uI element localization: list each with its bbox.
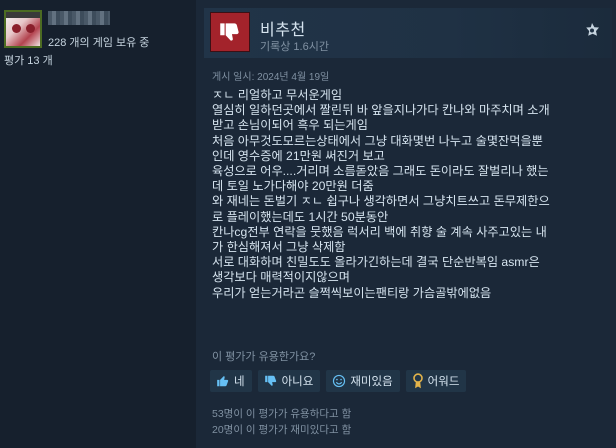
vote-no-label: 아니요 <box>281 376 314 388</box>
review-line: 와 재네는 돈벌기 ㅈㄴ 쉽구나 생각하면서 그냥치트쓰고 돈무제한으 <box>212 194 550 209</box>
thumbs-up-icon <box>217 376 229 387</box>
review-line: 데 토일 노가다해야 20만원 더줌 <box>212 179 374 194</box>
thumbs-down-icon <box>210 12 250 52</box>
review-line: 받고 손님이되어 흑우 되는게임 <box>212 118 368 133</box>
award-icon <box>412 373 423 389</box>
review-panel: 비추천 기록상 1.6시간 게시 일시: 2024년 4월 19일 ㅈㄴ 리얼하… <box>196 0 616 448</box>
vote-funny-label: 재미있음 <box>350 376 393 388</box>
award-label: 어워드 <box>427 376 460 388</box>
funny-count: 20명이 이 평가가 재미있다고 함 <box>212 424 352 436</box>
review-line: 육성으로 어우....거리며 소름돋았음 그래도 돈이라도 잘벌리나 했는 <box>212 164 549 179</box>
vote-funny-button[interactable]: 재미있음 <box>326 370 400 392</box>
steam-icon <box>586 23 599 36</box>
reviewer-panel: 228 개의 게임 보유 중 평가 13 개 <box>0 0 196 448</box>
review-line: 로 플레이했는데도 1시간 50분동안 <box>212 209 389 224</box>
vote-buttons: 네 아니요 재미있음 어워드 <box>210 370 467 394</box>
vote-no-button[interactable]: 아니요 <box>257 370 321 392</box>
helpful-count: 53명이 이 평가가 유용하다고 함 <box>212 408 352 420</box>
username-redacted[interactable] <box>48 11 110 25</box>
review-line: 가 한심해져서 그냥 삭제함 <box>212 240 346 255</box>
avatar[interactable] <box>4 10 42 48</box>
vote-yes-label: 네 <box>234 376 245 388</box>
review-line: 칸나cg전부 연락을 뭇했음 럭서리 백에 취향 술 계속 사주고있는 내 <box>212 224 547 239</box>
review-line: 열심히 일하던곳에서 짤린뒤 바 앞을지나가다 칸나와 마주치며 소개 <box>212 103 550 118</box>
review-line: 생각보다 매력적이지않으며 <box>212 270 350 285</box>
games-owned[interactable]: 228 개의 게임 보유 중 <box>48 34 149 50</box>
review-verdict: 비추천 <box>260 22 306 39</box>
award-button[interactable]: 어워드 <box>405 370 467 392</box>
smile-icon <box>333 374 346 388</box>
review-line: 서로 대화하며 친밀도도 올라가긴하는데 결국 단순반복임 asmr은 <box>212 255 540 270</box>
review-text: ㅈㄴ 리얼하고 무서운게임 열심히 일하던곳에서 짤린뒤 바 앞을지나가다 칸나와… <box>212 88 612 301</box>
vote-stats: 53명이 이 평가가 유용하다고 함 20명이 이 평가가 재미있다고 함 <box>212 406 351 438</box>
thumbs-down-icon <box>264 375 276 386</box>
review-line: ㅈㄴ 리얼하고 무서운게임 <box>212 88 343 102</box>
helpful-question: 이 평가가 유용한가요? <box>212 351 316 363</box>
vote-yes-button[interactable]: 네 <box>210 370 252 392</box>
review-line: 우리가 얻는거라곤 슬쩍씩보이는팬티랑 가슴골밖에없음 <box>212 285 492 300</box>
vote-header[interactable]: 비추천 기록상 1.6시간 <box>204 8 612 58</box>
posted-date: 게시 일시: 2024년 4월 19일 <box>212 72 330 83</box>
review-count[interactable]: 평가 13 개 <box>4 52 53 68</box>
review-line: 인데 영수증에 21만원 써진거 보고 <box>212 148 385 163</box>
hours-played: 기록상 1.6시간 <box>260 41 329 53</box>
review-line: 처음 아무것도모르는상태에서 그냥 대화몇번 나누고 술몇잔먹을뿐 <box>212 133 543 148</box>
